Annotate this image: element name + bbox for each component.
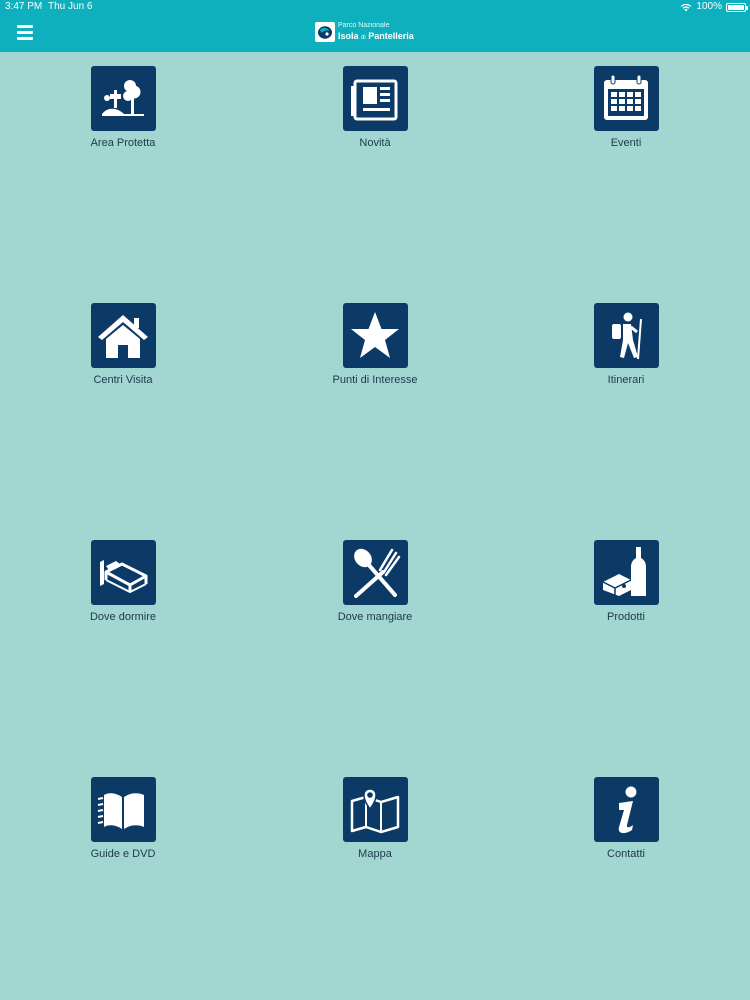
status-time: 3:47 PM xyxy=(5,1,43,12)
status-right: 100% xyxy=(680,0,748,14)
park-logo-emblem-icon xyxy=(315,22,335,42)
park-logo: Parco Nazionale Isola di Pantelleria xyxy=(315,21,414,43)
menu-tile-label: Itinerari xyxy=(607,374,645,386)
menu-tile-label: Guide e DVD xyxy=(90,848,156,860)
menu-tile-label: Eventi xyxy=(610,137,642,149)
menu-tile-label: Dove mangiare xyxy=(337,611,413,623)
star-icon xyxy=(342,303,408,368)
logo-subtitle: Parco Nazionale xyxy=(338,22,390,29)
wifi-icon xyxy=(681,3,692,11)
menu-tile-dove-mangiare[interactable]: Dove mangiare xyxy=(300,540,450,623)
menu-tile-label: Area Protetta xyxy=(90,137,156,149)
menu-tile-label: Punti di Interesse xyxy=(332,374,418,386)
menu-tile-label: Novità xyxy=(359,137,391,149)
house-icon xyxy=(90,303,156,368)
menu-tile-label: Dove dormire xyxy=(89,611,157,623)
menu-tile-punti-di-interesse[interactable]: Punti di Interesse xyxy=(300,303,450,386)
info-icon xyxy=(593,777,659,842)
book-icon xyxy=(90,777,156,842)
battery-icon xyxy=(726,2,748,12)
menu-tile-dove-dormire[interactable]: Dove dormire xyxy=(48,540,198,623)
menu-tile-label: Prodotti xyxy=(607,611,645,623)
menu-tile-label: Centri Visita xyxy=(93,374,153,386)
newspaper-icon xyxy=(342,66,408,131)
wine-cheese-icon xyxy=(593,540,659,605)
menu-tile-label: Contatti xyxy=(607,848,645,860)
fork-spoon-icon xyxy=(342,540,408,605)
status-bar: 3:47 PM Thu Jun 6 100% xyxy=(0,0,750,14)
menu-tile-novita[interactable]: Novità xyxy=(300,66,450,149)
nav-bar: Parco Nazionale Isola di Pantelleria xyxy=(0,14,750,52)
menu-tile-eventi[interactable]: Eventi xyxy=(551,66,701,149)
menu-tile-itinerari[interactable]: Itinerari xyxy=(551,303,701,386)
menu-tile-area-protetta[interactable]: Area Protetta xyxy=(48,66,198,149)
menu-tile-contatti[interactable]: Contatti xyxy=(551,777,701,860)
protected-area-icon xyxy=(90,66,156,131)
menu-tile-centri-visita[interactable]: Centri Visita xyxy=(48,303,198,386)
menu-tile-prodotti[interactable]: Prodotti xyxy=(551,540,701,623)
hiker-icon xyxy=(593,303,659,368)
hamburger-menu-button[interactable] xyxy=(17,25,33,40)
battery-percent: 100% xyxy=(696,1,722,12)
calendar-icon xyxy=(593,66,659,131)
map-icon xyxy=(342,777,408,842)
menu-tile-guide-e-dvd[interactable]: Guide e DVD xyxy=(48,777,198,860)
logo-title: Isola di Pantelleria xyxy=(338,31,414,41)
status-date: Thu Jun 6 xyxy=(48,1,93,12)
bed-icon xyxy=(90,540,156,605)
menu-tile-mappa[interactable]: Mappa xyxy=(300,777,450,860)
menu-tile-label: Mappa xyxy=(358,848,392,860)
